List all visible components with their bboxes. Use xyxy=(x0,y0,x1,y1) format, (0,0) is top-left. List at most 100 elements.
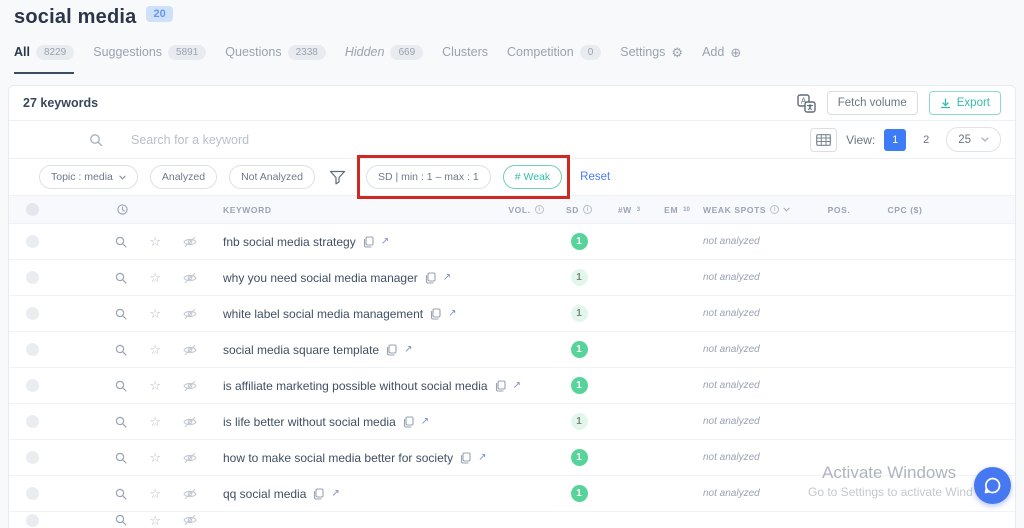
hide-keyword-icon[interactable] xyxy=(183,380,197,392)
tab-all[interactable]: All 8229 xyxy=(14,44,75,74)
open-serp-icon[interactable]: ↗ xyxy=(513,380,521,391)
tab-suggestions[interactable]: Suggestions 5891 xyxy=(93,44,207,68)
star-icon[interactable]: ☆ xyxy=(149,307,161,320)
view-option-2[interactable]: 2 xyxy=(915,129,937,151)
select-all-checkbox[interactable] xyxy=(25,203,39,216)
analyze-keyword-icon[interactable] xyxy=(115,308,127,320)
chat-widget-button[interactable] xyxy=(974,467,1011,504)
col-weak-spots[interactable]: WEAK SPOTS i xyxy=(697,205,799,215)
table-view-icon[interactable] xyxy=(810,127,838,152)
analyzed-filter-chip[interactable]: Analyzed xyxy=(149,165,218,189)
analyze-keyword-icon[interactable] xyxy=(115,452,127,464)
star-icon[interactable]: ☆ xyxy=(149,514,161,527)
star-icon[interactable]: ☆ xyxy=(149,379,161,392)
tab-clusters[interactable]: Clusters xyxy=(442,45,488,67)
col-sd[interactable]: SD i xyxy=(557,205,601,215)
row-checkbox[interactable] xyxy=(25,307,39,320)
fetch-volume-button[interactable]: Fetch volume xyxy=(826,91,918,115)
tab-settings[interactable]: Settings ⚙ xyxy=(620,45,683,67)
open-serp-icon[interactable]: ↗ xyxy=(478,452,486,463)
table-header: KEYWORD VOL. i SD i #W 3 EM 10 WEAK SPOTS i … xyxy=(9,196,1015,224)
reset-filters-link[interactable]: Reset xyxy=(580,171,610,183)
tab-hidden[interactable]: Hidden 669 xyxy=(345,44,424,68)
sd-badge: 1 xyxy=(570,449,588,466)
star-icon[interactable]: ☆ xyxy=(149,235,161,248)
star-icon[interactable]: ☆ xyxy=(149,451,161,464)
analyze-keyword-icon[interactable] xyxy=(115,272,127,284)
row-checkbox[interactable] xyxy=(25,271,39,284)
row-checkbox[interactable] xyxy=(25,487,39,500)
row-checkbox[interactable] xyxy=(25,343,39,356)
copy-icon[interactable] xyxy=(425,271,436,284)
filter-bar: Topic : media Analyzed Not Analyzed SD |… xyxy=(9,155,1015,199)
star-icon[interactable]: ☆ xyxy=(149,271,161,284)
tab-add[interactable]: Add ⊕ xyxy=(702,45,741,67)
star-icon[interactable]: ☆ xyxy=(149,487,161,500)
copy-icon[interactable] xyxy=(363,235,374,248)
row-checkbox[interactable] xyxy=(25,415,39,428)
page-size-select[interactable]: 25 xyxy=(946,127,1001,152)
col-cpc[interactable]: CPC ($) xyxy=(879,205,931,215)
hide-keyword-icon[interactable] xyxy=(183,488,197,500)
analyze-keyword-icon[interactable] xyxy=(115,344,127,356)
weak-spots-text: not analyzed xyxy=(703,416,760,427)
weak-filter-chip[interactable]: # Weak xyxy=(502,165,563,189)
search-input[interactable]: Search for a keyword xyxy=(131,133,249,147)
open-serp-icon[interactable]: ↗ xyxy=(443,272,451,283)
row-checkbox[interactable] xyxy=(25,451,39,464)
weak-spots-text: not analyzed xyxy=(703,488,760,499)
highlight-annotation-box: SD | min : 1 – max : 1 # Weak xyxy=(356,155,571,199)
star-icon[interactable]: ☆ xyxy=(149,415,161,428)
analyze-keyword-icon[interactable] xyxy=(115,416,127,428)
col-weak-count[interactable]: #W 3 xyxy=(601,205,657,215)
open-serp-icon[interactable]: ↗ xyxy=(331,488,339,499)
row-checkbox[interactable] xyxy=(25,379,39,392)
copy-icon[interactable] xyxy=(403,415,414,428)
open-serp-icon[interactable]: ↗ xyxy=(404,344,412,355)
copy-icon[interactable] xyxy=(313,487,324,500)
tab-questions[interactable]: Questions 2338 xyxy=(225,44,326,68)
col-vol[interactable]: VOL. i xyxy=(495,205,557,215)
sd-range-filter-chip[interactable]: SD | min : 1 – max : 1 xyxy=(365,165,491,189)
col-pos[interactable]: POS. xyxy=(799,205,879,215)
hide-keyword-icon[interactable] xyxy=(183,236,197,248)
analyze-keyword-icon[interactable] xyxy=(115,514,127,526)
star-icon[interactable]: ☆ xyxy=(149,343,161,356)
weak-spots-text: not analyzed xyxy=(703,308,760,319)
analyze-keyword-icon[interactable] xyxy=(115,488,127,500)
col-exact-match[interactable]: EM 10 xyxy=(657,205,697,215)
filter-funnel-icon[interactable] xyxy=(329,170,346,185)
hide-keyword-icon[interactable] xyxy=(183,344,197,356)
chevron-down-icon xyxy=(981,137,989,142)
hide-keyword-icon[interactable] xyxy=(183,514,197,526)
open-serp-icon[interactable]: ↗ xyxy=(421,416,429,427)
hide-keyword-icon[interactable] xyxy=(183,272,197,284)
weak-spots-text: not analyzed xyxy=(703,452,760,463)
row-checkbox[interactable] xyxy=(25,513,39,527)
topic-filter-chip[interactable]: Topic : media xyxy=(39,165,138,189)
view-option-1[interactable]: 1 xyxy=(884,128,907,151)
copy-icon[interactable] xyxy=(460,451,471,464)
col-keyword[interactable]: KEYWORD xyxy=(223,205,495,215)
title-count-badge: 20 xyxy=(146,5,173,22)
export-button[interactable]: Export xyxy=(928,91,1001,115)
open-serp-icon[interactable]: ↗ xyxy=(448,308,456,319)
analyze-keyword-icon[interactable] xyxy=(115,236,127,248)
weak-spots-text: not analyzed xyxy=(703,344,760,355)
copy-icon[interactable] xyxy=(430,307,441,320)
keyword-text: social media square template xyxy=(223,342,380,357)
hide-keyword-icon[interactable] xyxy=(183,308,197,320)
not-analyzed-filter-chip[interactable]: Not Analyzed xyxy=(229,165,315,189)
row-checkbox[interactable] xyxy=(25,235,39,248)
hide-keyword-icon[interactable] xyxy=(183,416,197,428)
translate-icon[interactable]: A xyxy=(797,93,816,113)
download-icon xyxy=(940,97,951,109)
analyze-keyword-icon[interactable] xyxy=(115,380,127,392)
open-serp-icon[interactable]: ↗ xyxy=(381,236,389,247)
copy-icon[interactable] xyxy=(386,343,397,356)
copy-icon[interactable] xyxy=(495,379,506,392)
tab-competition[interactable]: Competition 0 xyxy=(507,44,602,68)
keyword-count: 27 keywords xyxy=(23,96,99,110)
hide-keyword-icon[interactable] xyxy=(183,452,197,464)
sd-badge: 1 xyxy=(570,377,588,394)
